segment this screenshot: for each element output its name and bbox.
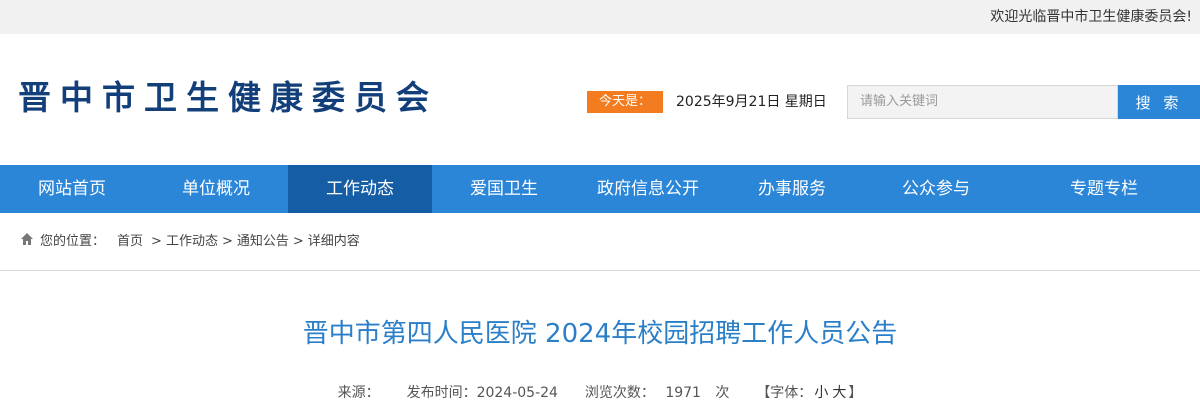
main-nav: 网站首页 单位概况 工作动态 爱国卫生 政府信息公开 办事服务 公众参与 专题专… <box>0 165 1200 213</box>
font-large-button[interactable]: 大 <box>832 385 846 401</box>
views-label: 浏览次数： <box>584 385 655 401</box>
current-date: 2025年9月21日 星期日 <box>676 94 827 110</box>
breadcrumb-current: 详细内容 <box>307 234 360 249</box>
views-unit: 次 <box>715 385 730 401</box>
views-count: 1971 <box>665 385 701 401</box>
breadcrumb-separator: > <box>292 234 304 249</box>
nav-item-home[interactable]: 网站首页 <box>0 165 144 213</box>
publish-label: 发布时间： <box>406 385 477 401</box>
breadcrumb-notices[interactable]: 通知公告 <box>237 232 289 252</box>
today-label: 今天是： <box>587 91 663 113</box>
nav-item-services[interactable]: 办事服务 <box>720 165 864 213</box>
source-label: 来源： <box>337 385 380 401</box>
nav-item-special[interactable]: 专题专栏 <box>1008 165 1200 213</box>
article-title: 晋中市第四人民医院 2024年校园招聘工作人员公告 <box>302 319 898 349</box>
welcome-text: 欢迎光临晋中市卫生健康委员会! <box>990 9 1192 25</box>
breadcrumb: 您的位置： 首页 > 工作动态 > 通知公告 > 详细内容 <box>20 232 360 252</box>
breadcrumb-separator: > <box>221 234 233 249</box>
breadcrumb-prefix: 您的位置： <box>40 234 106 249</box>
article-meta: 来源： 发布时间：2024-05-24 浏览次数： 1971 次 【字体：小大】 <box>0 382 1200 404</box>
font-size-close: 】 <box>848 385 863 401</box>
search-input[interactable] <box>847 85 1118 119</box>
breadcrumb-home[interactable]: 首页 <box>117 232 143 252</box>
nav-item-work-news[interactable]: 工作动态 <box>288 165 432 213</box>
nav-item-overview[interactable]: 单位概况 <box>144 165 288 213</box>
home-icon <box>20 232 40 253</box>
search-button[interactable]: 搜 索 <box>1118 85 1200 119</box>
divider <box>0 270 1200 271</box>
nav-item-participation[interactable]: 公众参与 <box>864 165 1008 213</box>
font-small-button[interactable]: 小 <box>814 385 828 401</box>
font-size-label: 【字体： <box>756 385 813 401</box>
breadcrumb-work-news[interactable]: 工作动态 <box>166 232 218 252</box>
nav-item-patriotic-health[interactable]: 爱国卫生 <box>432 165 576 213</box>
breadcrumb-separator: > <box>151 234 162 249</box>
nav-item-gov-info[interactable]: 政府信息公开 <box>576 165 720 213</box>
site-title[interactable]: 晋中市卫生健康委员会 <box>18 76 438 120</box>
top-bar: 欢迎光临晋中市卫生健康委员会! <box>0 0 1200 34</box>
publish-date: 2024-05-24 <box>476 385 558 401</box>
